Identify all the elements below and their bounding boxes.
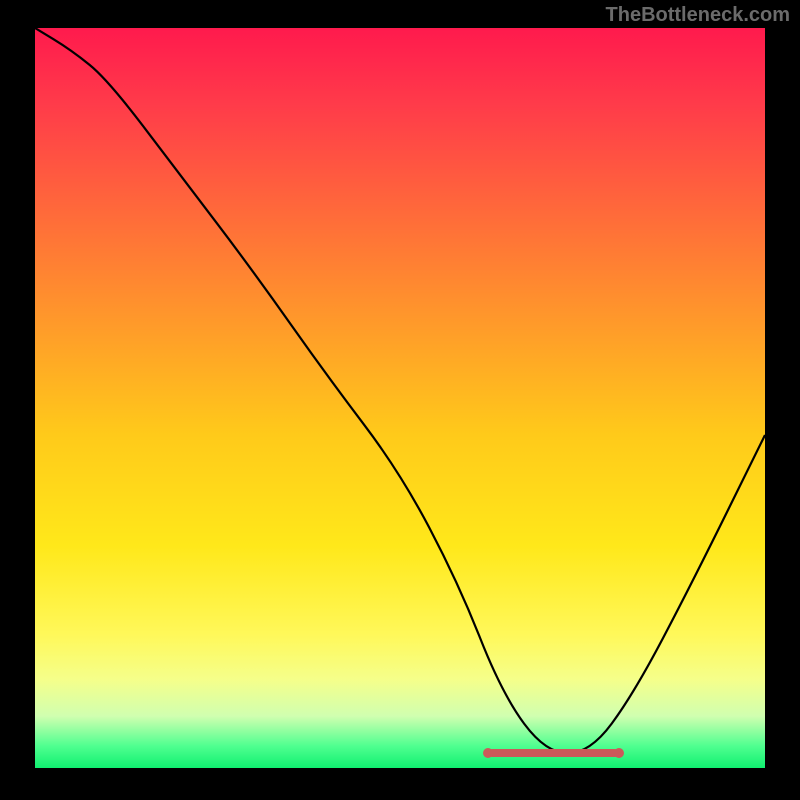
valley-highlight-band — [488, 749, 619, 757]
bottleneck-curve — [35, 28, 765, 768]
watermark-text: TheBottleneck.com — [606, 4, 790, 27]
chart-plot-area — [35, 28, 765, 768]
valley-dot-left — [483, 748, 493, 758]
